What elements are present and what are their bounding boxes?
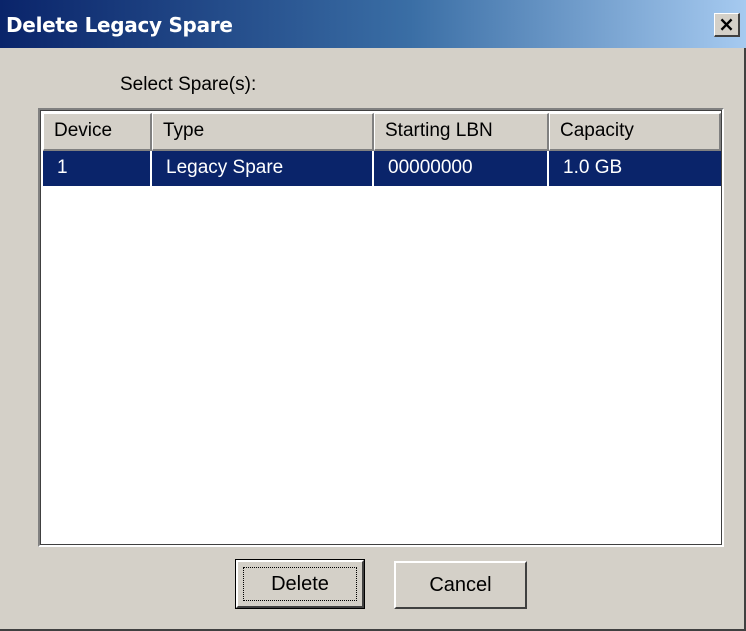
cancel-button[interactable]: Cancel <box>394 561 527 609</box>
close-button[interactable]: × <box>714 13 740 37</box>
cell-device: 1 <box>43 151 152 186</box>
window-title: Delete Legacy Spare <box>6 13 233 37</box>
table-header: Device Type Starting LBN Capacity <box>43 113 721 151</box>
column-header-starting-lbn[interactable]: Starting LBN <box>374 113 549 151</box>
column-header-device[interactable]: Device <box>43 113 152 151</box>
delete-button-label: Delete <box>243 567 357 601</box>
column-header-type[interactable]: Type <box>152 113 374 151</box>
cell-starting-lbn: 00000000 <box>374 151 549 186</box>
cell-capacity: 1.0 GB <box>563 157 623 178</box>
title-bar[interactable]: Delete Legacy Spare × <box>0 0 746 48</box>
table-row[interactable]: 1 Legacy Spare 00000000 1.0 GB <box>43 151 721 186</box>
spares-table[interactable]: Device Type Starting LBN Capacity 1 Lega… <box>38 108 724 547</box>
select-spares-label: Select Spare(s): <box>120 74 257 95</box>
cell-type: Legacy Spare <box>152 151 374 186</box>
delete-button[interactable]: Delete <box>235 559 365 609</box>
column-header-capacity[interactable]: Capacity <box>549 113 721 151</box>
close-icon: × <box>718 12 735 36</box>
delete-legacy-spare-dialog: Delete Legacy Spare × Select Spare(s): D… <box>0 0 746 631</box>
